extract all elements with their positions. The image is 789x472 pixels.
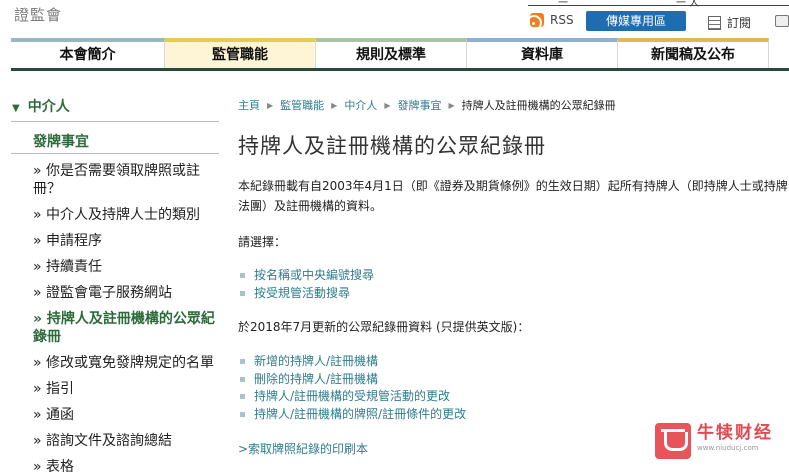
sidebar-item[interactable]: » 通函 (33, 406, 219, 424)
content-link-label: 持牌人/註冊機構的牌照/註冊條件的更改 (254, 406, 467, 421)
breadcrumb-item[interactable]: 中介人 (344, 97, 377, 113)
subscribe-link[interactable]: 訂閱 (708, 14, 751, 31)
content-link[interactable]: 持牌人/註冊機構的牌照/註冊條件的更改 (240, 406, 466, 424)
sidebar-heading[interactable]: ▼ 中介人 (12, 96, 70, 116)
sfc-logo[interactable]: 證監會 (14, 4, 62, 25)
nav-item[interactable]: 新聞稿及公布 (618, 38, 769, 68)
select-prompt: 請選擇： (238, 235, 287, 249)
sidebar-item[interactable]: » 持牌人及註冊機構的公眾紀錄冊 (33, 310, 219, 346)
document-icon (708, 15, 721, 30)
bullet-icon (240, 411, 245, 417)
breadcrumb-item: 持牌人及註冊機構的公眾紀錄冊 (461, 99, 616, 112)
sidebar-item[interactable]: » 表格 (33, 458, 219, 472)
rss-icon (530, 13, 544, 27)
watermark: 牛犊财经 www.niuducj.com (655, 423, 773, 459)
updated-text: 於2018年7月更新的公眾紀錄冊資料 (只提供英文版)： (238, 320, 530, 334)
intro-text: 本紀錄冊載有自2003年4月1日（即《證券及期貨條例》的生效日期）起所有持牌人（… (238, 179, 788, 213)
page-title: 持牌人及註冊機構的公眾紀錄冊 (238, 134, 546, 158)
divider (11, 121, 219, 122)
nav-item[interactable]: 本會簡介 (11, 38, 165, 68)
update-link-list: 新增的持牌人/註冊機構 刪除的持牌人/註冊機構持牌人/註冊機構的受規管活動的更改持… (240, 353, 466, 423)
content-link-label: 新增的持牌人/註冊機構 (254, 354, 379, 368)
bullet-icon (240, 376, 245, 382)
nav-item[interactable]: 規則及標準 (316, 38, 467, 68)
content-link[interactable]: 刪除的持牌人/註冊機構 (240, 371, 466, 389)
print-copy-link[interactable]: >索取牌照紀錄的印刷本 (238, 440, 368, 457)
nav-item[interactable]: 監管職能 (165, 38, 316, 68)
nav-item[interactable]: 資料庫 (467, 38, 618, 68)
main-nav: 本會簡介 監管職能 規則及標準 資料庫 新聞稿及公布 (11, 38, 789, 71)
chevron-down-icon: ▼ (12, 103, 20, 114)
sidebar-item[interactable]: » 指引 (33, 380, 219, 398)
sidebar-item[interactable]: » 持續責任 (33, 258, 219, 276)
top-strip-fragment: 一 人 (676, 0, 700, 9)
breadcrumb-item[interactable]: 主頁 (238, 97, 260, 113)
mail-icon[interactable] (775, 15, 789, 27)
chevron-right-icon: ▶ (384, 100, 391, 110)
content-link[interactable]: 按受規管活動搜尋 (240, 285, 374, 303)
breadcrumb-item[interactable]: 發牌事宜 (397, 97, 441, 113)
watermark-url: www.niuducj.com (697, 444, 759, 452)
rss-link[interactable]: RSS (530, 13, 574, 27)
bullet-icon (240, 273, 245, 279)
sidebar-item[interactable]: » 申請程序 (33, 232, 219, 250)
content-link[interactable]: 按名稱或中央編號搜尋 (240, 267, 374, 285)
content-link-label: 刪除的持牌人/註冊機構 (254, 371, 379, 386)
subscribe-label: 訂閱 (727, 16, 752, 30)
breadcrumb: 主頁 ▶ 監管職能 ▶ 中介人 ▶ 發牌事宜 ▶ 持牌人及註冊機構的公眾紀錄冊 (238, 97, 616, 113)
divider (11, 153, 219, 154)
content-link-label: 按受規管活動搜尋 (254, 285, 351, 300)
content-link-label: 持牌人/註冊機構的受規管活動的更改 (254, 389, 451, 403)
top-strip-fragment: 一 (558, 0, 568, 9)
media-area-button[interactable]: 傳媒專用區 (586, 11, 686, 31)
top-utility-strip: 一 一 人 (528, 0, 789, 9)
watermark-text: 牛犊财经 (697, 423, 773, 443)
search-link-list: 按名稱或中央編號搜尋 按受規管活動搜尋 (240, 267, 374, 302)
bullet-icon (240, 290, 245, 296)
breadcrumb-item[interactable]: 監管職能 (280, 97, 324, 113)
sidebar-item[interactable]: » 中介人及持牌人士的類別 (33, 206, 219, 224)
content-link[interactable]: 新增的持牌人/註冊機構 (240, 353, 466, 371)
sidebar-heading-label: 中介人 (27, 99, 70, 115)
chevron-right-icon: ▶ (267, 100, 274, 110)
content-link-label: 按名稱或中央編號搜尋 (254, 268, 375, 282)
bullet-icon (240, 394, 245, 400)
sidebar-item[interactable]: » 證監會電子服務網站 (33, 284, 219, 302)
sidebar-subheading[interactable]: 發牌事宜 (33, 131, 89, 151)
chevron-right-icon: ▶ (331, 100, 338, 110)
chevron-right-icon: ▶ (448, 100, 455, 110)
sidebar-item[interactable]: » 你是否需要領取牌照或註冊？ (33, 162, 219, 198)
rss-label: RSS (550, 13, 574, 27)
bull-logo-icon (655, 423, 691, 459)
sidebar-item[interactable]: » 諮詢文件及諮詢總結 (33, 432, 219, 450)
sidebar-item[interactable]: » 修改或寬免發牌規定的名單 (33, 354, 219, 372)
bullet-icon (240, 359, 245, 365)
sidebar-menu: » 你是否需要領取牌照或註冊？ » 中介人及持牌人士的類別 » 申請程序 » 持續責任… (33, 162, 219, 472)
content-link[interactable]: 持牌人/註冊機構的受規管活動的更改 (240, 388, 466, 406)
